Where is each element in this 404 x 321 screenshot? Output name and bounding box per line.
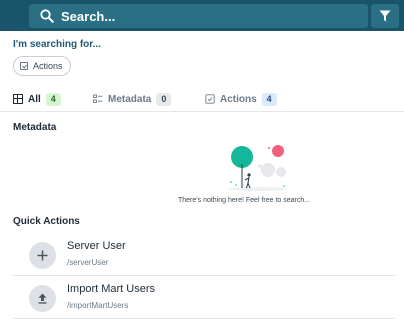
metadata-icon [93, 94, 103, 103]
metadata-section-title: Metadata [13, 122, 57, 133]
tab-label: All [28, 93, 41, 105]
quick-action-server-user[interactable]: Server User /serverUser [13, 234, 395, 276]
tab-label: Actions [220, 93, 257, 105]
empty-state-message: There's nothing here! Feel free to searc… [178, 197, 311, 204]
searching-for-label: I'm searching for... [13, 39, 101, 50]
filter-icon [379, 10, 391, 22]
quick-actions-title: Quick Actions [13, 216, 80, 227]
quick-action-name: Server User [67, 240, 126, 252]
result-tabs: All 4 Metadata 0 Actions 4 [0, 86, 404, 112]
actions-chip-icon [20, 62, 28, 70]
search-icon [40, 9, 54, 23]
plus-icon [37, 250, 48, 261]
count-badge: 4 [261, 92, 277, 106]
quick-action-path: /importMartUsers [67, 301, 129, 310]
quick-action-path: /serverUser [67, 258, 109, 267]
filter-button[interactable] [371, 4, 399, 28]
search-input[interactable] [61, 6, 341, 26]
quick-action-name: Import Mart Users [67, 283, 156, 295]
empty-state-illustration [227, 145, 287, 191]
quick-action-import-mart-users[interactable]: Import Mart Users /importMartUsers [13, 277, 395, 319]
quick-action-avatar [29, 242, 56, 269]
quick-action-avatar [29, 285, 56, 312]
chip-label: Actions [33, 61, 63, 71]
grid-icon [13, 94, 23, 104]
tab-metadata[interactable]: Metadata 0 [93, 86, 172, 112]
tab-label: Metadata [108, 93, 152, 105]
filter-chip-actions[interactable]: Actions [13, 56, 71, 76]
top-search-bar [0, 0, 404, 31]
count-badge: 4 [45, 92, 61, 106]
search-box[interactable] [29, 4, 389, 28]
action-box-icon [205, 94, 215, 104]
upload-icon [38, 293, 47, 304]
count-badge: 0 [156, 92, 172, 106]
tab-all[interactable]: All 4 [13, 86, 61, 112]
tab-actions[interactable]: Actions 4 [205, 86, 277, 112]
